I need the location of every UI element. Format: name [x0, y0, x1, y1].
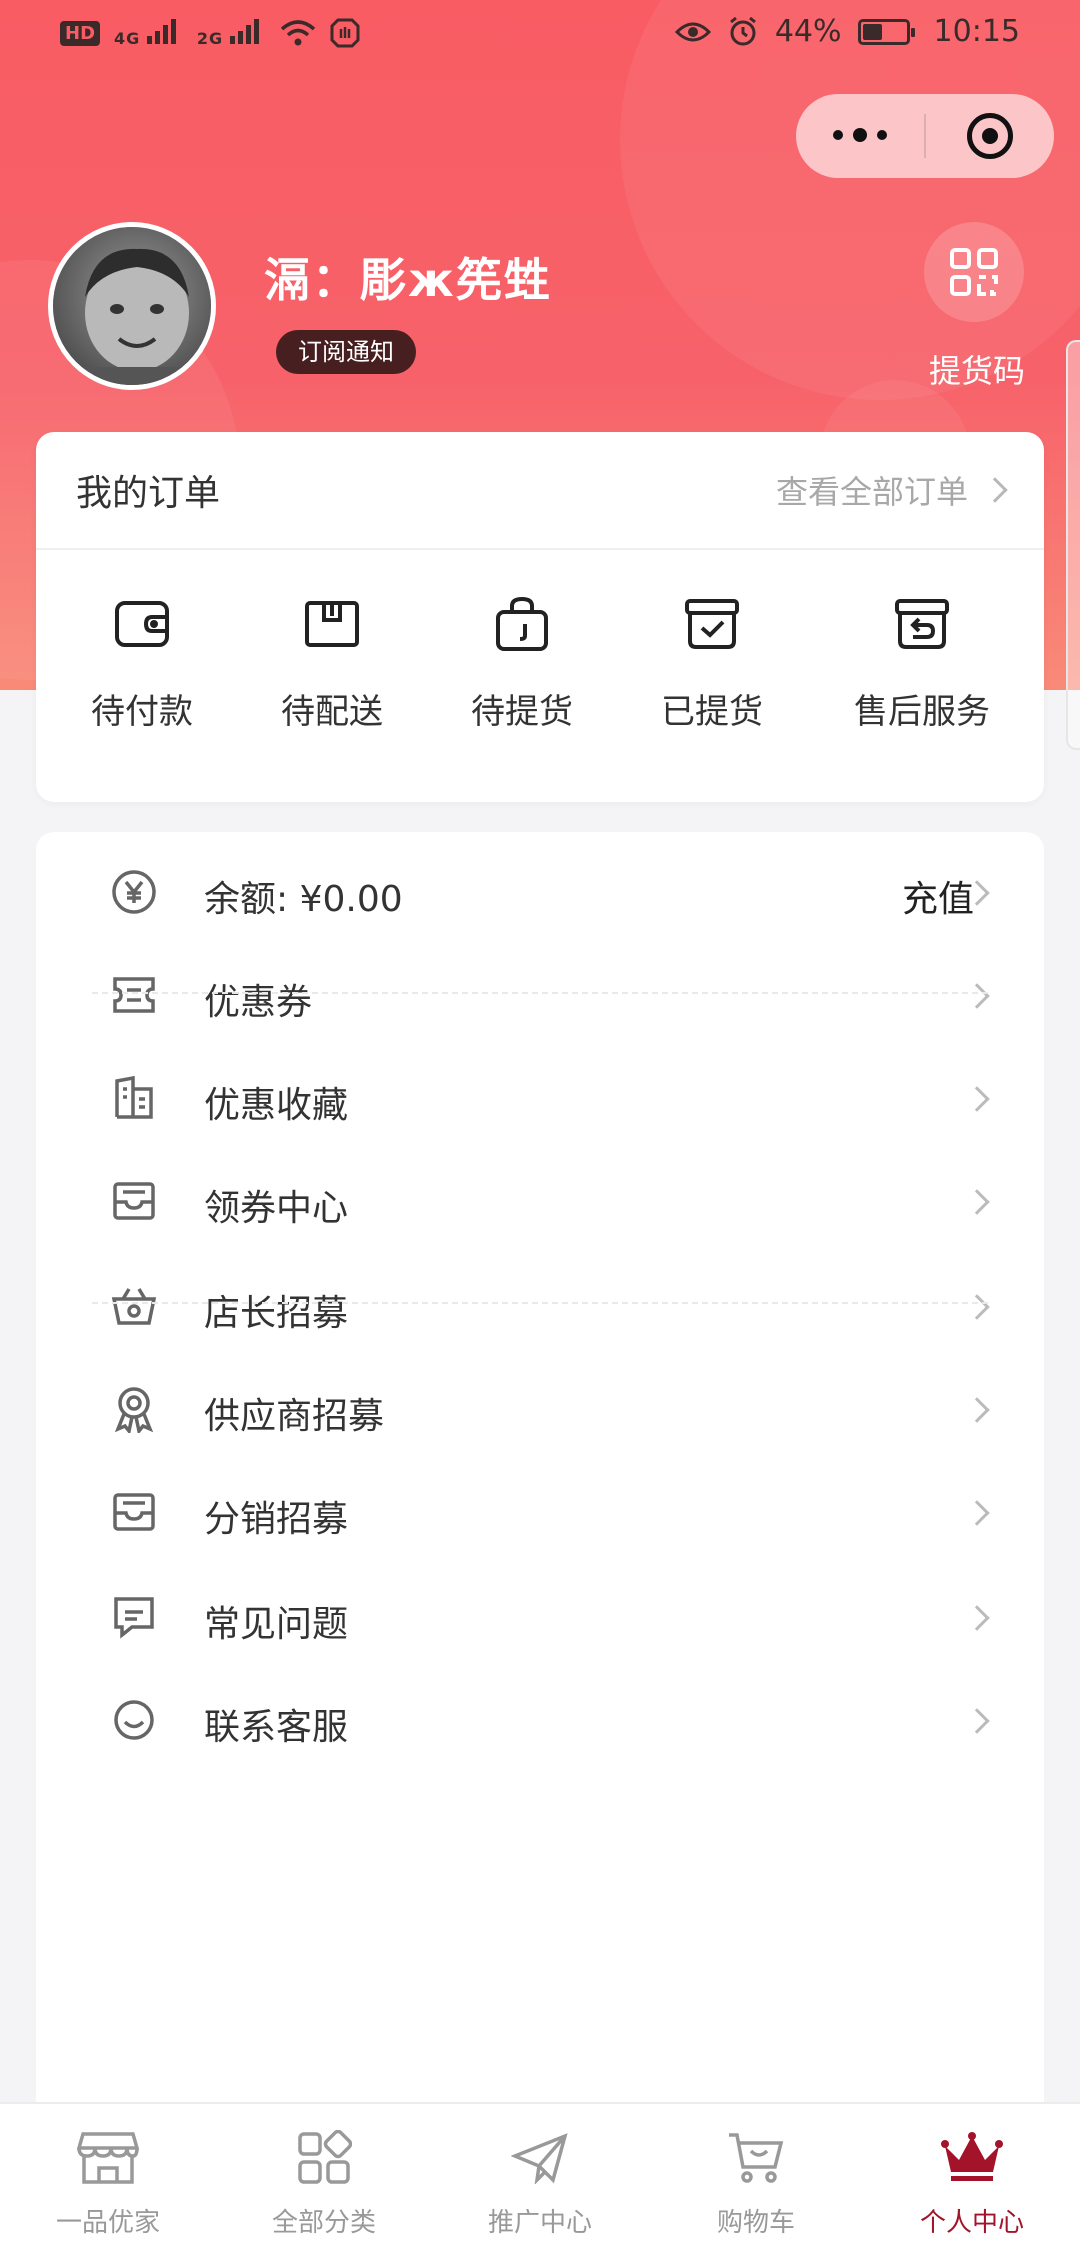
status-bar: HD 4G 2G 44% 10:15: [0, 0, 1080, 72]
battery-icon: [857, 18, 915, 45]
tab-label: 购物车: [716, 2208, 795, 2238]
tab-label: 个人中心: [919, 2208, 1024, 2238]
chevron-right-icon: [964, 1086, 990, 1112]
store-icon: [0, 2126, 216, 2190]
signal-2g-icon: 2G: [197, 18, 266, 48]
inbox-icon: [108, 1486, 160, 1538]
order-pending-pickup[interactable]: 待提货: [432, 594, 612, 733]
orders-header: 我的订单 查看全部订单: [36, 432, 1044, 550]
tab-label: 推广中心: [487, 2208, 592, 2238]
menu-item-label: 联系客服: [204, 1707, 349, 1748]
order-picked-up-label: 已提货: [661, 692, 763, 732]
order-pending-payment-label: 待付款: [91, 692, 193, 732]
recharge-button[interactable]: 充值: [902, 870, 974, 922]
bottom-tab-bar: 一品优家 全部分类 推广中心 购物车 个人中心: [0, 2102, 1080, 2244]
smile-icon: [108, 1694, 160, 1746]
close-miniprogram-button[interactable]: [926, 113, 1054, 159]
pickup-code-button[interactable]: [924, 222, 1024, 322]
chevron-right-icon: [964, 1397, 990, 1423]
menu-item-favorites[interactable]: 优惠收藏: [36, 1038, 1044, 1158]
order-pending-pickup-label: 待提货: [471, 692, 573, 732]
menu-item-label: 店长招募: [204, 1293, 349, 1334]
categories-icon: [216, 2126, 432, 2190]
balance-label: 余额: ¥0.00: [204, 879, 403, 920]
box-return-icon: [832, 594, 1012, 654]
menu-item-label: 分销招募: [204, 1499, 349, 1540]
chevron-right-icon: [964, 1500, 990, 1526]
order-status-row: 待付款 待配送 待提货 已提货 售后服务: [36, 550, 1044, 800]
signal-4g-icon: 4G: [114, 18, 183, 48]
section-divider: [92, 1302, 988, 1304]
view-all-orders-label: 查看全部订单: [775, 473, 968, 511]
inbox-icon: [108, 1175, 160, 1227]
tab-cart[interactable]: 购物车: [648, 2104, 864, 2244]
scroll-indicator: [1066, 340, 1080, 750]
order-after-sales[interactable]: 售后服务: [832, 594, 1012, 733]
menu-item-coupon-center[interactable]: 领券中心: [36, 1141, 1044, 1261]
order-pending-payment[interactable]: 待付款: [52, 594, 232, 733]
box-check-icon: [622, 594, 802, 654]
medal-icon: [108, 1383, 160, 1435]
hand-icon: [330, 18, 360, 48]
username: 滆：彫ж筅甡: [264, 253, 552, 307]
clock-time: 10:15: [933, 14, 1020, 49]
target-icon: [967, 113, 1013, 159]
avatar[interactable]: [48, 222, 216, 390]
tab-categories[interactable]: 全部分类: [216, 2104, 432, 2244]
view-all-orders-link[interactable]: 查看全部订单: [775, 467, 1008, 513]
qr-code-icon: [924, 222, 1024, 322]
pickup-code-label[interactable]: 提货码: [912, 346, 1042, 392]
menu-item-supplier-recruit[interactable]: 供应商招募: [36, 1349, 1044, 1469]
more-options-button[interactable]: [796, 128, 924, 142]
menu-item-store-manager-recruit[interactable]: 店长招募: [36, 1246, 1044, 1366]
menu-item-label: 常见问题: [204, 1604, 349, 1645]
orders-title: 我的订单: [76, 473, 221, 514]
section-divider: [92, 992, 988, 994]
chevron-right-icon: [964, 1189, 990, 1215]
tab-label: 一品优家: [55, 2208, 160, 2238]
menu-card: 余额: ¥0.00 充值 优惠券 优惠收藏 领券中心 店长招募 供应商招募 分销…: [36, 832, 1044, 2232]
alarm-icon: [729, 16, 756, 45]
tab-home[interactable]: 一品优家: [0, 2104, 216, 2244]
cart-icon: [648, 2126, 864, 2190]
menu-item-coupons[interactable]: 优惠券: [36, 935, 1044, 1055]
order-picked-up[interactable]: 已提货: [622, 594, 802, 733]
shopping-bag-icon: [432, 594, 612, 654]
crown-icon: [864, 2126, 1080, 2190]
hd-indicator: HD: [60, 20, 101, 46]
menu-item-label: 优惠收藏: [204, 1085, 349, 1126]
order-pending-delivery-label: 待配送: [281, 692, 383, 732]
eye-icon: [674, 22, 711, 41]
subscribe-notification-button[interactable]: 订阅通知: [276, 330, 416, 374]
basket-icon: [108, 1280, 160, 1332]
chevron-right-icon: [964, 1708, 990, 1734]
order-after-sales-label: 售后服务: [854, 692, 990, 732]
tab-profile[interactable]: 个人中心: [864, 2104, 1080, 2244]
menu-item-label: 领券中心: [204, 1188, 349, 1229]
chevron-right-icon: [964, 983, 990, 1009]
chevron-right-icon: [964, 1605, 990, 1631]
package-icon: [242, 594, 422, 654]
menu-item-faq[interactable]: 常见问题: [36, 1557, 1044, 1677]
chevron-right-icon: [964, 1294, 990, 1320]
yen-icon: [108, 866, 160, 918]
wallet-icon: [52, 594, 232, 654]
chevron-right-icon: [982, 477, 1008, 503]
balance-row[interactable]: 余额: ¥0.00 充值: [36, 832, 1044, 952]
coupon-icon: [108, 969, 160, 1021]
message-icon: [108, 1591, 160, 1643]
menu-item-distribution-recruit[interactable]: 分销招募: [36, 1452, 1044, 1572]
miniprogram-capsule: [796, 94, 1054, 178]
battery-percent: 44%: [774, 14, 842, 49]
menu-item-label: 优惠券: [204, 982, 313, 1023]
order-pending-delivery[interactable]: 待配送: [242, 594, 422, 733]
tab-label: 全部分类: [271, 2208, 376, 2238]
orders-card: 我的订单 查看全部订单 待付款 待配送 待提货 已提货 售后服务: [36, 432, 1044, 802]
menu-item-contact-service[interactable]: 联系客服: [36, 1660, 1044, 1780]
wifi-icon: [280, 20, 315, 46]
building-icon: [108, 1072, 160, 1124]
menu-item-label: 供应商招募: [204, 1396, 385, 1437]
tab-promotion[interactable]: 推广中心: [432, 2104, 648, 2244]
paper-plane-icon: [432, 2126, 648, 2190]
